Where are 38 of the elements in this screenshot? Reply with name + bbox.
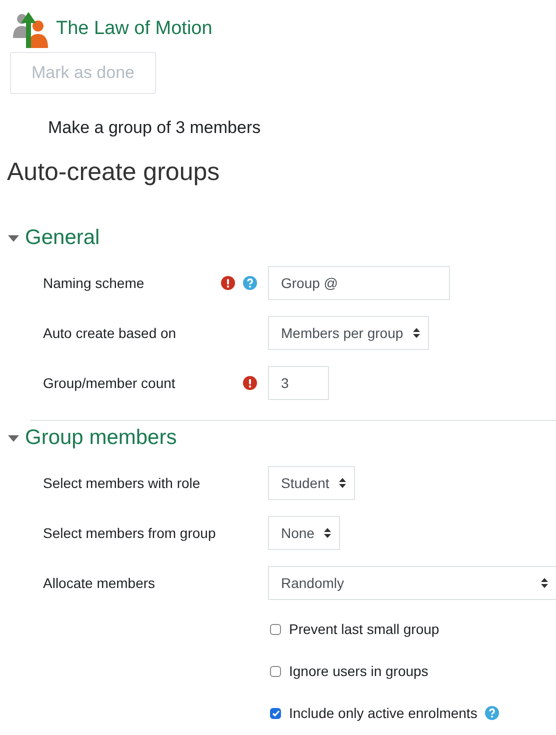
checkbox[interactable] [270, 708, 281, 718]
checkbox[interactable] [270, 624, 281, 634]
select-field[interactable]: Randomly [268, 566, 556, 600]
select-value: Student [281, 475, 330, 491]
select-field[interactable]: Members per group [268, 316, 430, 350]
checkbox-label[interactable]: Include only active enrolments [289, 705, 478, 721]
field-label: Auto create based on [42, 325, 178, 341]
field-label: Allocate members [42, 575, 156, 591]
updown-icon [541, 578, 548, 588]
section-heading[interactable]: General [25, 226, 100, 250]
select-field[interactable]: None [268, 516, 340, 550]
section-heading[interactable]: Group members [25, 426, 177, 450]
caret-down-icon[interactable] [8, 232, 19, 244]
field-label: Group/member count [42, 375, 176, 391]
field-label: Select members from group [42, 525, 217, 541]
updown-icon [413, 328, 420, 338]
caret-down-icon[interactable] [8, 432, 19, 444]
updown-icon [324, 528, 332, 538]
page-heading: Auto-create groups [7, 158, 221, 187]
select-value: Members per group [281, 325, 404, 341]
checkbox-label[interactable]: Ignore users in groups [289, 663, 428, 679]
help-icon[interactable] [243, 276, 257, 290]
field-label: Select members with role [42, 475, 202, 491]
checkbox[interactable] [270, 666, 281, 676]
number-field[interactable]: 3 [268, 366, 329, 400]
select-value: Randomly [281, 575, 344, 591]
text-field[interactable]: Group @ [268, 266, 450, 300]
select-value: None [281, 525, 314, 541]
activity-description: Make a group of 3 members [48, 118, 262, 138]
select-field[interactable]: Student [268, 466, 356, 500]
required-icon [221, 276, 235, 290]
activity-title[interactable]: The Law of Motion [56, 18, 212, 40]
required-icon [243, 376, 257, 390]
help-icon[interactable] [485, 706, 500, 720]
people-arrow-icon [10, 10, 50, 48]
field-label: Naming scheme [42, 275, 146, 291]
updown-icon [339, 478, 346, 488]
checkbox-label[interactable]: Prevent last small group [289, 621, 440, 637]
